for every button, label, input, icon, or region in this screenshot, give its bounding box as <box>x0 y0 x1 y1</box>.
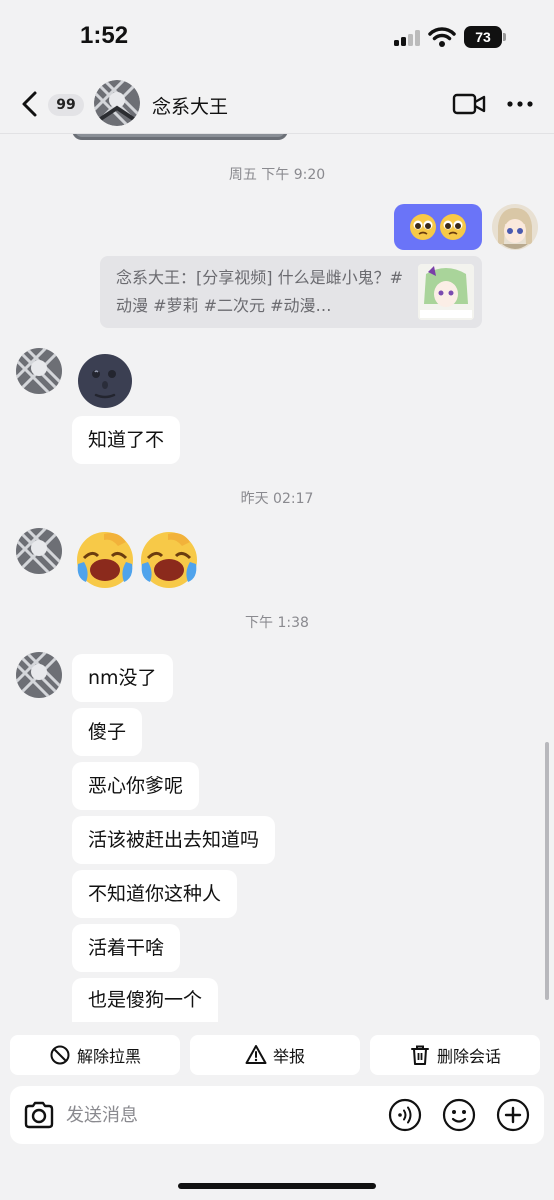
pleading-emoji-icon <box>410 214 466 240</box>
my-sticker-message[interactable] <box>394 204 482 250</box>
scrollbar[interactable] <box>545 742 549 1000</box>
emoji-icon[interactable] <box>442 1098 476 1132</box>
home-indicator[interactable] <box>178 1183 376 1189</box>
voice-message-icon[interactable] <box>388 1098 422 1132</box>
message-bubble[interactable]: 活着干啥 <box>72 924 181 972</box>
delete-chat-label: 删除会话 <box>436 1047 501 1066</box>
contact-avatar[interactable] <box>16 528 62 574</box>
battery-level: 73 <box>464 26 502 48</box>
report-button[interactable]: 举报 <box>190 1035 360 1075</box>
more-options-icon[interactable] <box>506 100 534 108</box>
trash-icon <box>410 1045 429 1065</box>
message-bubble[interactable]: 活该被赶出去知道吗 <box>72 816 276 864</box>
plus-icon[interactable] <box>496 1098 530 1132</box>
camera-icon[interactable] <box>22 1098 56 1132</box>
status-time: 1:52 <box>80 22 129 49</box>
sticker-message[interactable] <box>74 528 204 590</box>
message-bubble[interactable]: 知道了不 <box>72 416 181 464</box>
shared-video-card[interactable]: 念系大王：[分享视频] 什么是雌小鬼？#动漫 #萝莉 #二次元 #动漫… <box>100 256 482 328</box>
laughing-crying-emoji-icon <box>77 532 133 588</box>
unread-badge[interactable]: 99 <box>48 94 84 116</box>
laughing-crying-emoji-icon <box>141 532 197 588</box>
contact-avatar[interactable] <box>16 652 62 698</box>
message-input-bar <box>10 1086 544 1144</box>
back-button[interactable] <box>18 90 42 118</box>
timestamp: 昨天 02:17 <box>240 491 314 507</box>
contact-avatar[interactable] <box>94 80 140 126</box>
block-icon <box>50 1045 70 1065</box>
shared-video-text: 念系大王：[分享视频] 什么是雌小鬼？#动漫 #萝莉 #二次元 #动漫… <box>116 268 403 315</box>
timestamp: 周五 下午 9:20 <box>228 167 326 183</box>
timestamp: 下午 1:38 <box>245 615 309 631</box>
message-bubble[interactable]: 不知道你这种人 <box>72 870 238 918</box>
cellular-signal-icon <box>394 30 422 46</box>
message-bubble[interactable]: 也是傻狗一个 <box>72 978 219 1022</box>
message-bubble[interactable]: nm没了 <box>72 654 173 702</box>
message-input[interactable] <box>66 1098 366 1132</box>
battery-icon: 73 <box>464 26 506 48</box>
delete-chat-button[interactable]: 删除会话 <box>370 1035 540 1075</box>
unblock-button[interactable]: 解除拉黑 <box>10 1035 180 1075</box>
wifi-icon <box>428 27 456 47</box>
contact-avatar[interactable] <box>16 348 62 394</box>
message-bubble[interactable]: 恶心你爹呢 <box>72 762 200 810</box>
status-bar: 1:52 73 <box>0 0 554 72</box>
warning-icon <box>245 1045 267 1064</box>
blocked-actions-bar: 解除拉黑 举报 删除会话 <box>0 1030 554 1080</box>
my-avatar[interactable] <box>492 204 538 250</box>
new-moon-face-emoji-icon[interactable] <box>76 352 134 410</box>
video-thumbnail[interactable] <box>418 264 474 320</box>
report-label: 举报 <box>272 1047 305 1066</box>
video-call-icon[interactable] <box>452 92 486 116</box>
message-bubble[interactable]: 傻子 <box>72 708 143 756</box>
chat-header: 99 念系大王 <box>0 72 554 134</box>
unblock-label: 解除拉黑 <box>76 1047 141 1066</box>
contact-name[interactable]: 念系大王 <box>152 92 228 119</box>
